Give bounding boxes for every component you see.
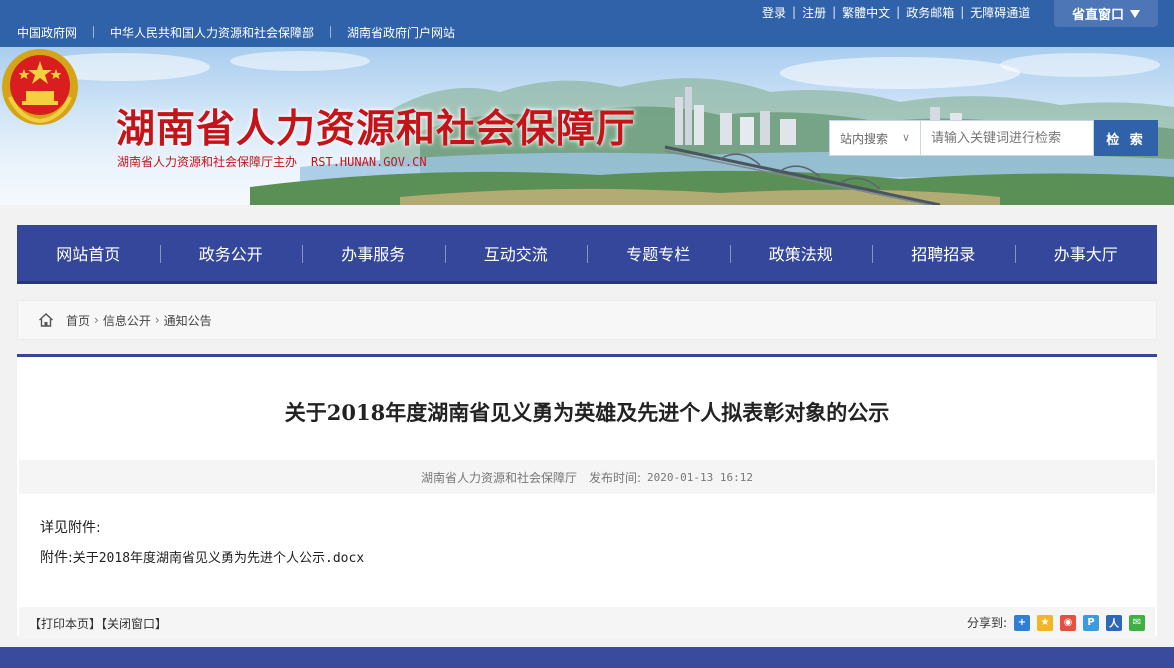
sponsor-text: 湖南省人力资源和社会保障厅主办 — [117, 155, 298, 169]
site-subtitle: 湖南省人力资源和社会保障厅主办 RST.HUNAN.GOV.CN — [117, 153, 427, 170]
province-window-dropdown[interactable]: 省直窗口 — [1054, 0, 1158, 27]
national-emblem-icon — [2, 49, 78, 125]
article-panel: 关于2018年度湖南省见义勇为英雄及先进个人拟表彰对象的公示 湖南省人力资源和社… — [17, 354, 1157, 639]
nav-item-topics[interactable]: 专题专栏 — [587, 225, 730, 281]
article-tools-bar: 【打印本页】【关闭窗口】 分享到: + ★ ◉ P 人 ✉ — [19, 607, 1155, 639]
search-box: 站内搜索 ∨ 检 索 — [829, 120, 1158, 156]
site-title: 湖南省人力资源和社会保障厅 — [116, 106, 637, 152]
publish-time-label: 发布时间: — [589, 470, 642, 485]
share-more-icon[interactable]: + — [1014, 614, 1030, 631]
share-qzone-icon[interactable]: ★ — [1037, 614, 1053, 631]
print-button[interactable]: 【打印本页】 — [29, 617, 101, 631]
nav-item-interaction[interactable]: 互动交流 — [444, 225, 588, 281]
share-weibo-icon[interactable]: ◉ — [1060, 614, 1076, 631]
print-close-links: 【打印本页】【关闭窗口】 — [29, 615, 167, 632]
link-mohrss[interactable]: 中华人民共和国人力资源和社会保障部 — [110, 24, 314, 41]
article-source: 湖南省人力资源和社会保障厅 — [420, 470, 577, 485]
breadcrumb: 首页 › 信息公开 › 通知公告 — [17, 300, 1157, 340]
attachment-label: 附件: — [40, 550, 73, 566]
share-bar: 分享到: + ★ ◉ P 人 ✉ — [967, 614, 1145, 631]
search-scope-select[interactable]: 站内搜索 ∨ — [829, 120, 920, 156]
share-renren-icon[interactable]: 人 — [1106, 614, 1122, 631]
main-nav: 网站首页 政务公开 办事服务 互动交流 专题专栏 政策法规 招聘招录 办事大厅 — [17, 225, 1157, 284]
publish-time: 2020-01-13 16:12 — [647, 470, 754, 484]
search-button[interactable]: 检 索 — [1094, 120, 1158, 156]
link-hunan-gov[interactable]: 湖南省政府门户网站 — [347, 24, 455, 41]
divider: | — [792, 5, 797, 19]
accessibility-link[interactable]: 无障碍通道 — [970, 4, 1030, 21]
divider: | — [960, 5, 965, 19]
breadcrumb-notices[interactable]: 通知公告 — [164, 312, 212, 329]
breadcrumb-info-public[interactable]: 信息公开 — [103, 312, 151, 329]
nav-item-policies[interactable]: 政策法规 — [729, 225, 873, 281]
nav-item-recruitment[interactable]: 招聘招录 — [872, 225, 1015, 281]
province-window-label: 省直窗口 — [1071, 8, 1124, 23]
login-link[interactable]: 登录 — [762, 4, 786, 21]
close-window-button[interactable]: 【关闭窗口】 — [101, 617, 167, 631]
divider: | — [896, 5, 901, 19]
register-link[interactable]: 注册 — [802, 4, 826, 21]
link-gov-cn[interactable]: 中国政府网 — [17, 24, 77, 41]
article-meta: 湖南省人力资源和社会保障厅 发布时间: 2020-01-13 16:12 — [19, 460, 1155, 494]
breadcrumb-home[interactable]: 首页 — [66, 312, 90, 329]
share-label: 分享到: — [966, 616, 1007, 630]
chevron-right-icon: › — [94, 313, 99, 327]
nav-item-home[interactable]: 网站首页 — [17, 225, 160, 281]
search-scope-label: 站内搜索 — [840, 131, 889, 146]
nav-item-services[interactable]: 办事服务 — [302, 225, 445, 281]
divider: | — [832, 5, 837, 19]
attachment-link[interactable]: 关于2018年度湖南省见义勇为先进个人公示.docx — [73, 551, 364, 566]
top-bar: 中国政府网 中华人民共和国人力资源和社会保障部 湖南省政府门户网站 登录 | 注… — [0, 0, 1174, 47]
nav-item-gov-affairs[interactable]: 政务公开 — [159, 225, 303, 281]
nav-item-service-hall[interactable]: 办事大厅 — [1014, 225, 1158, 281]
search-input[interactable] — [920, 120, 1094, 156]
gov-mail-link[interactable]: 政务邮箱 — [906, 4, 954, 21]
footer-bar — [0, 647, 1174, 668]
chevron-down-icon: ∨ — [901, 131, 910, 144]
site-domain: RST.HUNAN.GOV.CN — [311, 155, 427, 169]
divider — [93, 26, 95, 38]
divider — [330, 26, 332, 38]
header-banner: 湖南省人力资源和社会保障厅 湖南省人力资源和社会保障厅主办 RST.HUNAN.G… — [0, 47, 1174, 205]
traditional-chinese-link[interactable]: 繁體中文 — [842, 4, 890, 21]
share-wechat-icon[interactable]: ✉ — [1129, 614, 1145, 631]
home-icon — [39, 313, 53, 327]
share-tencent-weibo-icon[interactable]: P — [1083, 614, 1099, 631]
top-links: 中国政府网 中华人民共和国人力资源和社会保障部 湖南省政府门户网站 — [17, 24, 455, 40]
article-title: 关于2018年度湖南省见义勇为英雄及先进个人拟表彰对象的公示 — [284, 400, 890, 425]
chevron-right-icon: › — [154, 313, 160, 327]
user-links: 登录 | 注册 | 繁體中文 | 政务邮箱 | 无障碍通道 — [762, 4, 1030, 20]
triangle-down-icon — [1130, 9, 1140, 18]
attachment-line: 附件:关于2018年度湖南省见义勇为先进个人公示.docx — [40, 547, 364, 567]
article-body-line: 详见附件: — [40, 520, 101, 536]
